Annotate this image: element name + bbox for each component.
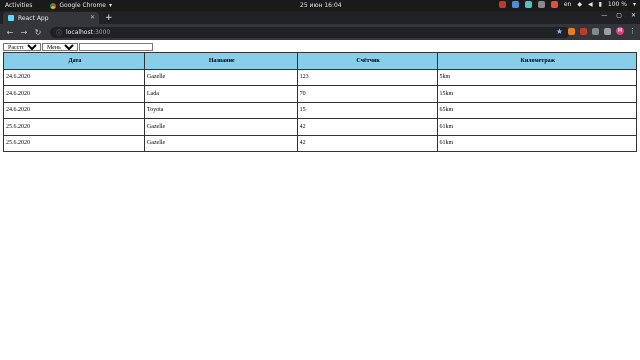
chrome-icon — [50, 2, 57, 9]
extension-orange-icon[interactable] — [568, 27, 575, 35]
tab-strip: React App ✕ + — ▢ ✕ — [0, 11, 640, 24]
tray-app-red-2-icon[interactable] — [550, 1, 558, 8]
cell-date: 25.6.2020 — [3, 118, 145, 136]
page-content: Расстояние Меньше Дата Название Счётчик … — [0, 40, 640, 360]
forward-icon[interactable]: → — [20, 28, 28, 37]
cell-date: 24.6.2020 — [3, 68, 145, 86]
address-bar[interactable]: ⓘ localhost:3000 — [50, 26, 570, 38]
battery-percent: 100 % — [607, 1, 627, 8]
header-mileage[interactable]: Километраж — [436, 52, 638, 70]
cell-mileage: 61km — [436, 134, 638, 152]
cell-date: 24.6.2020 — [3, 101, 145, 119]
table-row: 25.6.2020 Gazelle 42 61km — [3, 118, 638, 136]
power-menu-icon[interactable]: ▾ — [633, 1, 636, 8]
filter-compare-select[interactable]: Меньше — [42, 43, 78, 51]
url-port: :3000 — [92, 28, 111, 36]
filter-value-input[interactable] — [79, 43, 153, 51]
extension-red-icon[interactable] — [580, 27, 587, 35]
table-row: 24.6.2020 Gazelle 123 5km — [3, 68, 638, 86]
cell-counter: 70 — [296, 85, 438, 103]
close-tab-icon[interactable]: ✕ — [90, 14, 95, 21]
header-name[interactable]: Название — [143, 52, 298, 70]
cell-name: Gazelle — [143, 68, 298, 86]
system-clock[interactable]: 25 июн 16:04 — [300, 2, 342, 9]
header-counter[interactable]: Счётчик — [296, 52, 438, 70]
app-menu[interactable]: Google Chrome ▾ — [50, 2, 112, 9]
cell-name: Lada — [143, 85, 298, 103]
url-host: localhost — [66, 28, 93, 36]
minimize-icon[interactable]: — — [601, 12, 607, 19]
extension-grey-icon[interactable] — [592, 27, 599, 35]
cell-mileage: 61km — [436, 118, 638, 136]
cell-name: Gazelle — [143, 134, 298, 152]
cell-mileage: 65km — [436, 101, 638, 119]
extensions-puzzle-icon[interactable] — [604, 27, 611, 35]
chevron-down-icon: ▾ — [108, 2, 112, 9]
filter-controls: Расстояние Меньше — [3, 43, 154, 51]
cell-name: Gazelle — [143, 118, 298, 136]
cell-mileage: 5km — [436, 68, 638, 86]
toolbar-actions: ★ M ⋮ — [556, 27, 636, 35]
more-menu-icon[interactable]: ⋮ — [629, 27, 636, 35]
bookmark-star-icon[interactable]: ★ — [556, 27, 563, 35]
cell-date: 25.6.2020 — [3, 134, 145, 152]
battery-icon[interactable]: ▮ — [599, 1, 602, 8]
back-icon[interactable]: ← — [6, 28, 14, 37]
cell-mileage: 15km — [436, 85, 638, 103]
new-tab-button[interactable]: + — [105, 12, 113, 24]
window-controls: — ▢ ✕ — [601, 12, 636, 19]
app-menu-label: Google Chrome — [59, 2, 106, 9]
tab-title: React App — [18, 14, 49, 22]
table-row: 24.6.2020 Lada 70 15km — [3, 85, 638, 103]
maximize-icon[interactable]: ▢ — [616, 12, 622, 19]
system-top-bar: Activities Google Chrome ▾ 25 июн 16:04 … — [0, 0, 640, 11]
cell-date: 24.6.2020 — [3, 85, 145, 103]
browser-toolbar: ← → ↻ ⓘ localhost:3000 ★ M ⋮ — [0, 24, 640, 40]
info-icon[interactable]: ⓘ — [56, 28, 62, 37]
cell-name: Toyota — [143, 101, 298, 119]
table-row: 24.6.2020 Toyota 15 65km — [3, 101, 638, 119]
cell-counter: 42 — [296, 118, 438, 136]
cell-counter: 123 — [296, 68, 438, 86]
tray-app-grey-icon[interactable] — [537, 1, 545, 8]
profile-avatar[interactable]: M — [616, 27, 624, 35]
table-row: 25.6.2020 Gazelle 42 61km — [3, 134, 638, 152]
table-header-row: Дата Название Счётчик Километраж — [3, 52, 638, 70]
tray-app-blue-icon[interactable] — [511, 1, 519, 8]
volume-icon[interactable]: ◀ — [588, 1, 593, 8]
tab-react-app[interactable]: React App ✕ — [3, 12, 99, 24]
activities-button[interactable]: Activities — [5, 2, 32, 9]
cell-counter: 15 — [296, 101, 438, 119]
reload-icon[interactable]: ↻ — [34, 28, 42, 37]
react-favicon-icon — [8, 15, 14, 21]
data-table: Дата Название Счётчик Километраж 24.6.20… — [3, 52, 638, 152]
system-tray: en ◆ ◀ ▮ 100 % ▾ — [498, 1, 636, 8]
filter-column-select[interactable]: Расстояние — [3, 43, 41, 51]
tray-app-cyan-icon[interactable] — [524, 1, 532, 8]
header-date[interactable]: Дата — [3, 52, 145, 70]
network-icon[interactable]: ◆ — [577, 1, 582, 8]
tray-app-red-icon[interactable] — [498, 1, 506, 8]
cell-counter: 42 — [296, 134, 438, 152]
language-indicator[interactable]: en — [564, 1, 572, 8]
close-window-icon[interactable]: ✕ — [631, 12, 636, 19]
